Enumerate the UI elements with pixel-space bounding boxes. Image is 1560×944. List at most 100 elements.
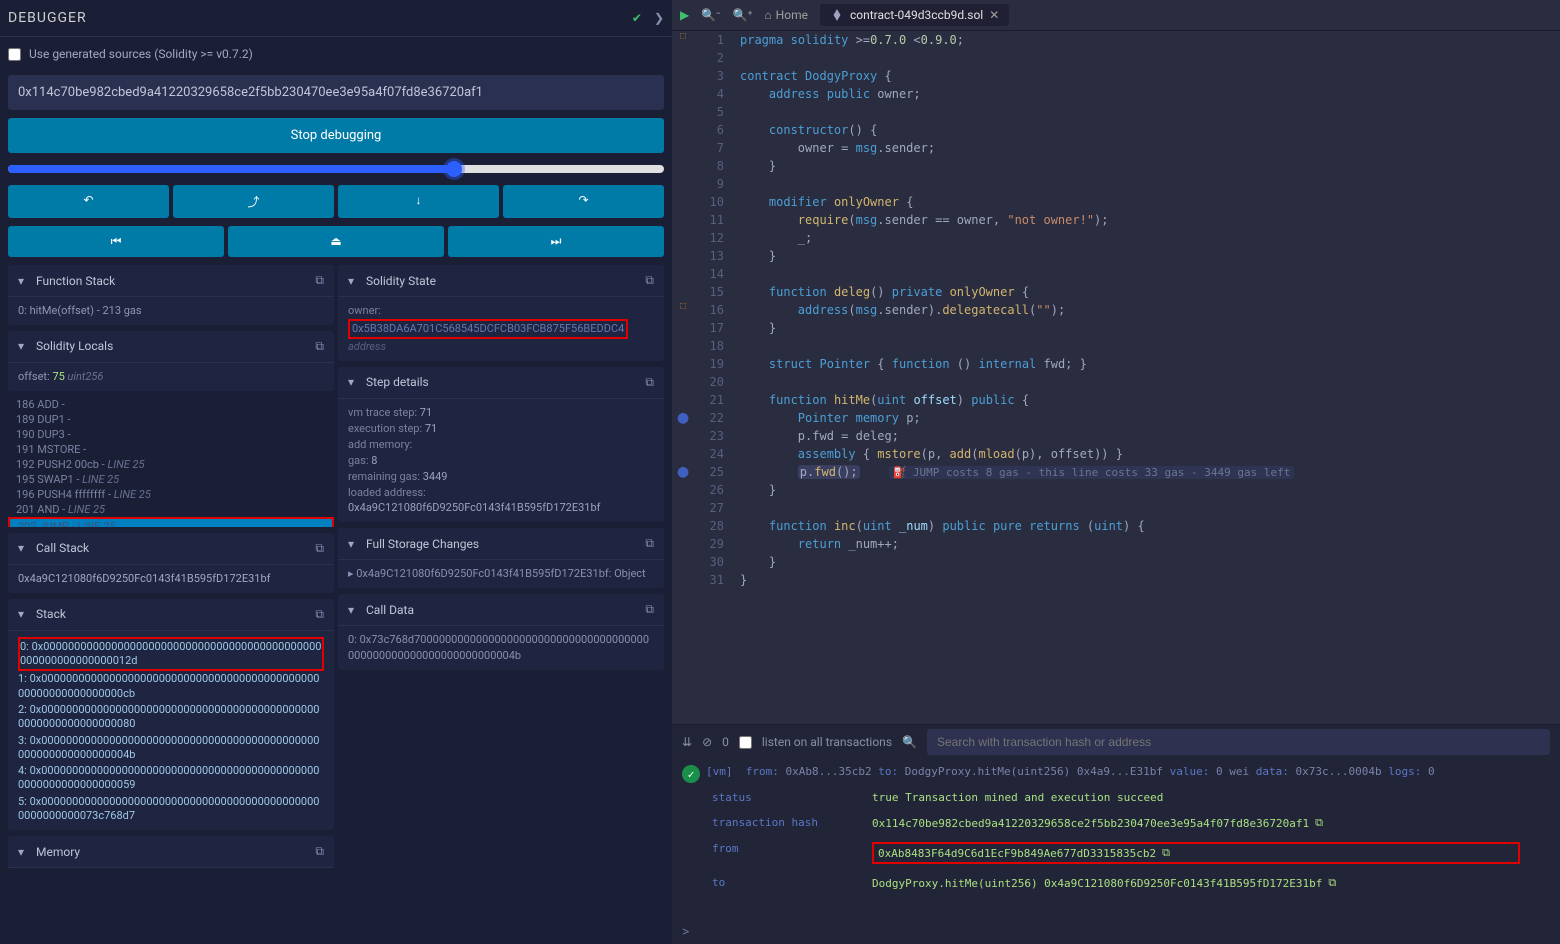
opcode-row[interactable]: 190 DUP3 - <box>8 427 334 442</box>
terminal-search-input[interactable] <box>927 729 1550 755</box>
copy-icon[interactable]: ⧉ <box>1328 876 1336 890</box>
stack-item: 1: 0x00000000000000000000000000000000000… <box>18 671 324 702</box>
step-over-forward-button[interactable]: ↷ <box>503 185 664 218</box>
close-icon[interactable]: ✕ <box>989 8 999 22</box>
copy-icon[interactable]: ⧉ <box>315 844 324 859</box>
memory-panel: ▾ Memory ⧉ <box>8 836 334 868</box>
code-content[interactable]: pragma solidity >=0.7.0 <0.9.0; contract… <box>734 31 1560 724</box>
call-stack-panel: ▾ Call Stack ⧉ 0x4a9C121080f6D9250Fc0143… <box>8 533 334 593</box>
step-over-back-button[interactable]: ⤴ <box>173 185 334 218</box>
solidity-locals-header[interactable]: ▾ Solidity Locals ⧉ <box>8 331 334 363</box>
memory-header[interactable]: ▾ Memory ⧉ <box>8 836 334 868</box>
solidity-state-panel: ▾ Solidity State ⧉ owner: 0x5B38DA6A701C… <box>338 265 664 361</box>
function-stack-panel: ▾ Function Stack ⧉ 0: hitMe(offset) - 21… <box>8 265 334 325</box>
generated-sources-label: Use generated sources (Solidity >= v0.7.… <box>29 47 253 61</box>
opcode-row[interactable]: 195 SWAP1 - LINE 25 <box>8 472 334 487</box>
check-icon[interactable]: ✔ <box>632 11 642 25</box>
step-slider[interactable] <box>8 165 664 173</box>
code-editor[interactable]: ⬚ ⬚ ● ● 12345678910111213141516171819202… <box>672 31 1560 724</box>
run-icon[interactable]: ▶ <box>680 8 689 22</box>
caret-down-icon: ▾ <box>18 339 28 353</box>
stack-panel: ▾ Stack ⧉ 0: 0x0000000000000000000000000… <box>8 599 334 831</box>
call-stack-header[interactable]: ▾ Call Stack ⧉ <box>8 533 334 565</box>
full-storage-header[interactable]: ▾ Full Storage Changes ⧉ <box>338 528 664 560</box>
copy-icon[interactable]: ⧉ <box>645 273 654 288</box>
debugger-header: DEBUGGER ✔ ❯ <box>0 0 672 37</box>
terminal-body[interactable]: ✓ [vm] from: 0xAb8...35cb2 to: DodgyProx… <box>672 759 1560 920</box>
function-stack-item: 0: hitMe(offset) - 213 gas <box>8 297 334 325</box>
copy-icon[interactable]: ⧉ <box>645 536 654 551</box>
tx-status-row: status true Transaction mined and execut… <box>682 785 1550 810</box>
opcode-row[interactable]: 192 PUSH2 00cb - LINE 25 <box>8 457 334 472</box>
stack-item: 4: 0x00000000000000000000000000000000000… <box>18 763 324 794</box>
opcode-row[interactable]: 191 MSTORE - <box>8 442 334 457</box>
warning-icon: ⬚ <box>672 301 694 319</box>
tx-hash-input[interactable]: 0x114c70be982cbed9a41220329658ce2f5bb230… <box>8 75 664 110</box>
opcode-row[interactable]: 189 DUP1 - <box>8 412 334 427</box>
stack-item: 3: 0x00000000000000000000000000000000000… <box>18 733 324 764</box>
collapse-icon[interactable]: ⇊ <box>682 735 692 749</box>
line-number-gutter: 1234567891011121314151617181920212223242… <box>694 31 734 724</box>
block-icon[interactable]: ⊘ <box>702 735 712 749</box>
jump-out-button[interactable]: ⏏ <box>228 226 444 257</box>
call-data-header[interactable]: ▾ Call Data ⧉ <box>338 594 664 626</box>
breakpoint-icon[interactable]: ● <box>672 409 694 427</box>
solidity-icon <box>830 8 844 22</box>
function-stack-header[interactable]: ▾ Function Stack ⧉ <box>8 265 334 297</box>
debugger-title: DEBUGGER <box>8 10 632 26</box>
caret-down-icon: ▾ <box>348 603 358 617</box>
zoom-in-icon[interactable]: 🔍⁺ <box>733 8 753 22</box>
terminal-prompt[interactable]: > <box>672 920 1560 944</box>
listen-checkbox[interactable] <box>739 736 752 749</box>
editor-panel: ▶ 🔍⁻ 🔍⁺ ⌂ Home contract-049d3ccb9d.sol ✕… <box>672 0 1560 944</box>
opcodes-list[interactable]: 186 ADD - 189 DUP1 - 190 DUP3 - 191 MSTO… <box>8 397 334 527</box>
chevron-right-icon[interactable]: ❯ <box>654 11 664 25</box>
stack-header[interactable]: ▾ Stack ⧉ <box>8 599 334 631</box>
zoom-out-icon[interactable]: 🔍⁻ <box>701 8 720 22</box>
copy-icon[interactable]: ⧉ <box>645 375 654 390</box>
step-into-button[interactable]: ↓ <box>338 185 499 218</box>
warning-icon: ⬚ <box>672 31 694 49</box>
solidity-locals-panel: ▾ Solidity Locals ⧉ offset: 75 uint256 <box>8 331 334 391</box>
gas-hint: ⛽ JUMP costs 8 gas - this line costs 33 … <box>889 466 1295 479</box>
caret-down-icon: ▾ <box>348 274 358 288</box>
breakpoint-gutter[interactable]: ⬚ ⬚ ● ● <box>672 31 694 724</box>
solidity-state-header[interactable]: ▾ Solidity State ⧉ <box>338 265 664 297</box>
caret-down-icon: ▾ <box>18 541 28 555</box>
home-icon: ⌂ <box>764 8 771 22</box>
from-address-highlighted: 0xAb8483F64d9C6d1EcF9b849Ae677dD3315835c… <box>872 842 1520 864</box>
terminal-header: ⇊ ⊘ 0 listen on all transactions 🔍 <box>672 725 1560 759</box>
copy-icon[interactable]: ⧉ <box>1162 846 1170 860</box>
home-tab[interactable]: ⌂ Home <box>764 8 808 22</box>
debugger-panel: DEBUGGER ✔ ❯ Use generated sources (Soli… <box>0 0 672 944</box>
step-back-button[interactable]: ↶ <box>8 185 169 218</box>
step-details-header[interactable]: ▾ Step details ⧉ <box>338 367 664 399</box>
full-storage-panel: ▾ Full Storage Changes ⧉ ▸ 0x4a9C121080f… <box>338 528 664 588</box>
opcode-row[interactable]: 201 AND - LINE 25 <box>8 502 334 517</box>
caret-down-icon: ▾ <box>348 375 358 389</box>
copy-icon[interactable]: ⧉ <box>315 339 324 354</box>
success-icon: ✓ <box>682 765 700 783</box>
generated-sources-checkbox[interactable] <box>8 48 21 61</box>
copy-icon[interactable]: ⧉ <box>315 607 324 622</box>
owner-address-highlighted: 0x5B38DA6A701C568545DCFCB03FCB875F56BEDD… <box>348 319 628 339</box>
stop-debugging-button[interactable]: Stop debugging <box>8 118 664 153</box>
opcode-row[interactable]: 196 PUSH4 ffffffff - LINE 25 <box>8 487 334 502</box>
file-tab[interactable]: contract-049d3ccb9d.sol ✕ <box>820 4 1009 26</box>
caret-down-icon: ▾ <box>18 845 28 859</box>
generated-sources-row[interactable]: Use generated sources (Solidity >= v0.7.… <box>0 37 672 71</box>
copy-icon[interactable]: ⧉ <box>645 602 654 617</box>
opcode-row-active[interactable]: 202 JUMP - LINE 25 <box>8 517 334 527</box>
stack-item: 0: 0x00000000000000000000000000000000000… <box>18 637 324 672</box>
editor-toolbar: ▶ 🔍⁻ 🔍⁺ ⌂ Home contract-049d3ccb9d.sol ✕ <box>672 0 1560 31</box>
jump-next-breakpoint-button[interactable]: ⏭ <box>448 226 664 257</box>
jump-prev-breakpoint-button[interactable]: ⏮ <box>8 226 224 257</box>
copy-icon[interactable]: ⧉ <box>315 273 324 288</box>
copy-icon[interactable]: ⧉ <box>315 541 324 556</box>
search-icon[interactable]: 🔍 <box>902 735 917 749</box>
copy-icon[interactable]: ⧉ <box>1315 816 1323 830</box>
breakpoint-icon[interactable]: ● <box>672 463 694 481</box>
stack-item: 2: 0x00000000000000000000000000000000000… <box>18 702 324 733</box>
tx-summary[interactable]: [vm] from: 0xAb8...35cb2 to: DodgyProxy.… <box>706 765 1435 778</box>
opcode-row[interactable]: 186 ADD - <box>8 397 334 412</box>
